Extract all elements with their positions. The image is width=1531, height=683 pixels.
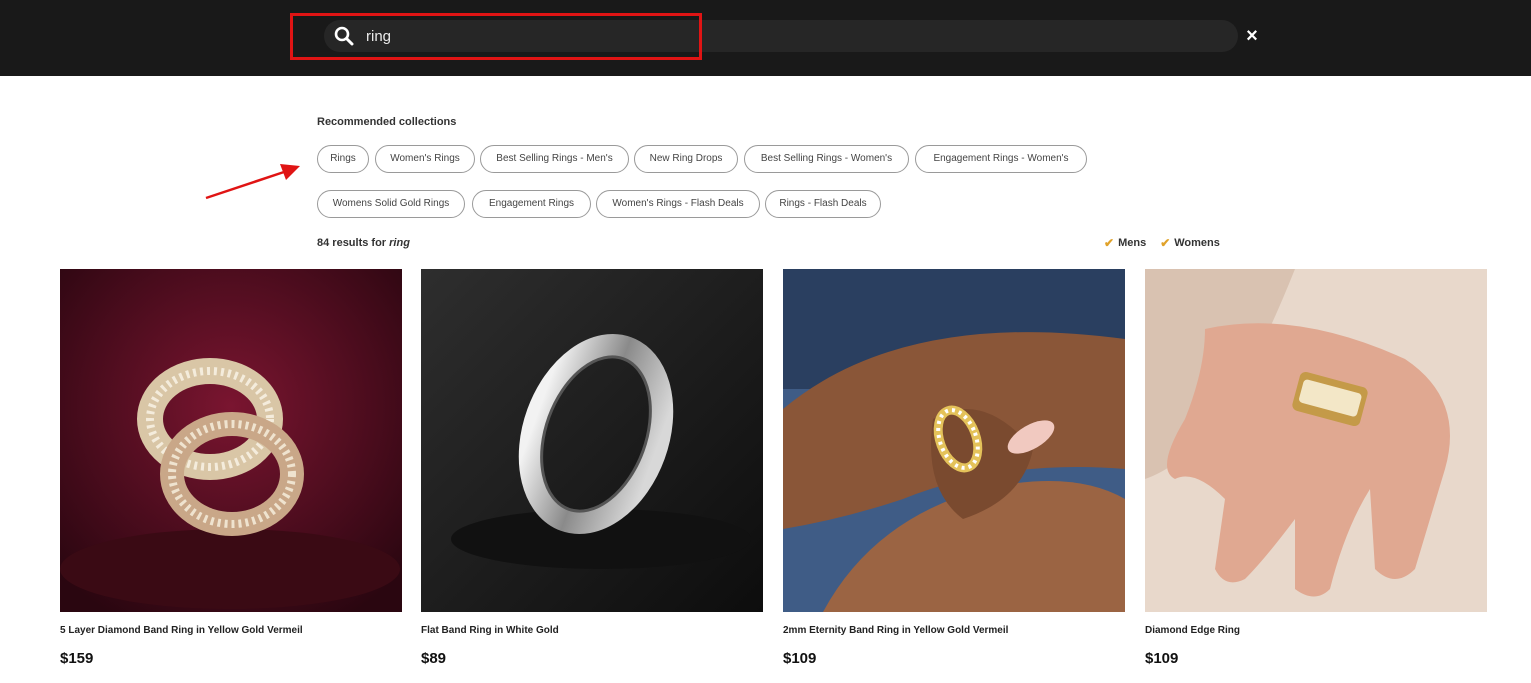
- filter-label: Womens: [1174, 237, 1220, 249]
- product-image[interactable]: [1145, 269, 1487, 612]
- gender-filters: ✔ Mens ✔ Womens: [1104, 236, 1220, 250]
- search-icon: [334, 26, 354, 46]
- product-price: $159: [60, 650, 94, 667]
- results-query: ring: [389, 237, 410, 249]
- product-name[interactable]: Diamond Edge Ring: [1145, 625, 1240, 636]
- chip-best-selling-mens[interactable]: Best Selling Rings - Men's: [480, 145, 629, 173]
- check-icon: ✔: [1160, 236, 1171, 250]
- chip-womens-flash-deals[interactable]: Women's Rings - Flash Deals: [596, 190, 760, 218]
- product-card[interactable]: Diamond Edge Ring $109: [1145, 269, 1487, 667]
- product-card[interactable]: 2mm Eternity Band Ring in Yellow Gold Ve…: [783, 269, 1125, 667]
- annotation-arrow: [205, 164, 300, 200]
- product-image[interactable]: [783, 269, 1125, 612]
- search-input[interactable]: [366, 22, 1226, 50]
- product-name[interactable]: Flat Band Ring in White Gold: [421, 625, 559, 636]
- chip-best-selling-womens[interactable]: Best Selling Rings - Women's: [744, 145, 909, 173]
- product-name[interactable]: 2mm Eternity Band Ring in Yellow Gold Ve…: [783, 625, 1008, 636]
- chip-engagement-womens[interactable]: Engagement Rings - Women's: [915, 145, 1087, 173]
- chip-womens-solid-gold[interactable]: Womens Solid Gold Rings: [317, 190, 465, 218]
- product-name[interactable]: 5 Layer Diamond Band Ring in Yellow Gold…: [60, 625, 303, 636]
- chip-new-ring-drops[interactable]: New Ring Drops: [634, 145, 738, 173]
- results-count-text: 84 results for: [317, 237, 387, 249]
- check-icon: ✔: [1104, 236, 1115, 250]
- chip-rings[interactable]: Rings: [317, 145, 369, 173]
- product-price: $89: [421, 650, 447, 667]
- product-price: $109: [1145, 650, 1179, 667]
- product-card[interactable]: 5 Layer Diamond Band Ring in Yellow Gold…: [60, 269, 402, 667]
- chip-womens-rings[interactable]: Women's Rings: [375, 145, 475, 173]
- product-image[interactable]: [421, 269, 763, 612]
- filter-label: Mens: [1118, 237, 1147, 249]
- recommended-heading: Recommended collections: [317, 116, 457, 128]
- filter-womens[interactable]: ✔ Womens: [1160, 236, 1220, 250]
- results-count: 84 results for ring: [317, 237, 410, 249]
- product-card[interactable]: Flat Band Ring in White Gold $89: [421, 269, 763, 667]
- chip-rings-flash-deals[interactable]: Rings - Flash Deals: [765, 190, 881, 218]
- product-price: $109: [783, 650, 817, 667]
- filter-mens[interactable]: ✔ Mens: [1104, 236, 1146, 250]
- chip-engagement-rings[interactable]: Engagement Rings: [472, 190, 591, 218]
- product-image[interactable]: [60, 269, 402, 612]
- close-icon[interactable]: ×: [1242, 26, 1262, 46]
